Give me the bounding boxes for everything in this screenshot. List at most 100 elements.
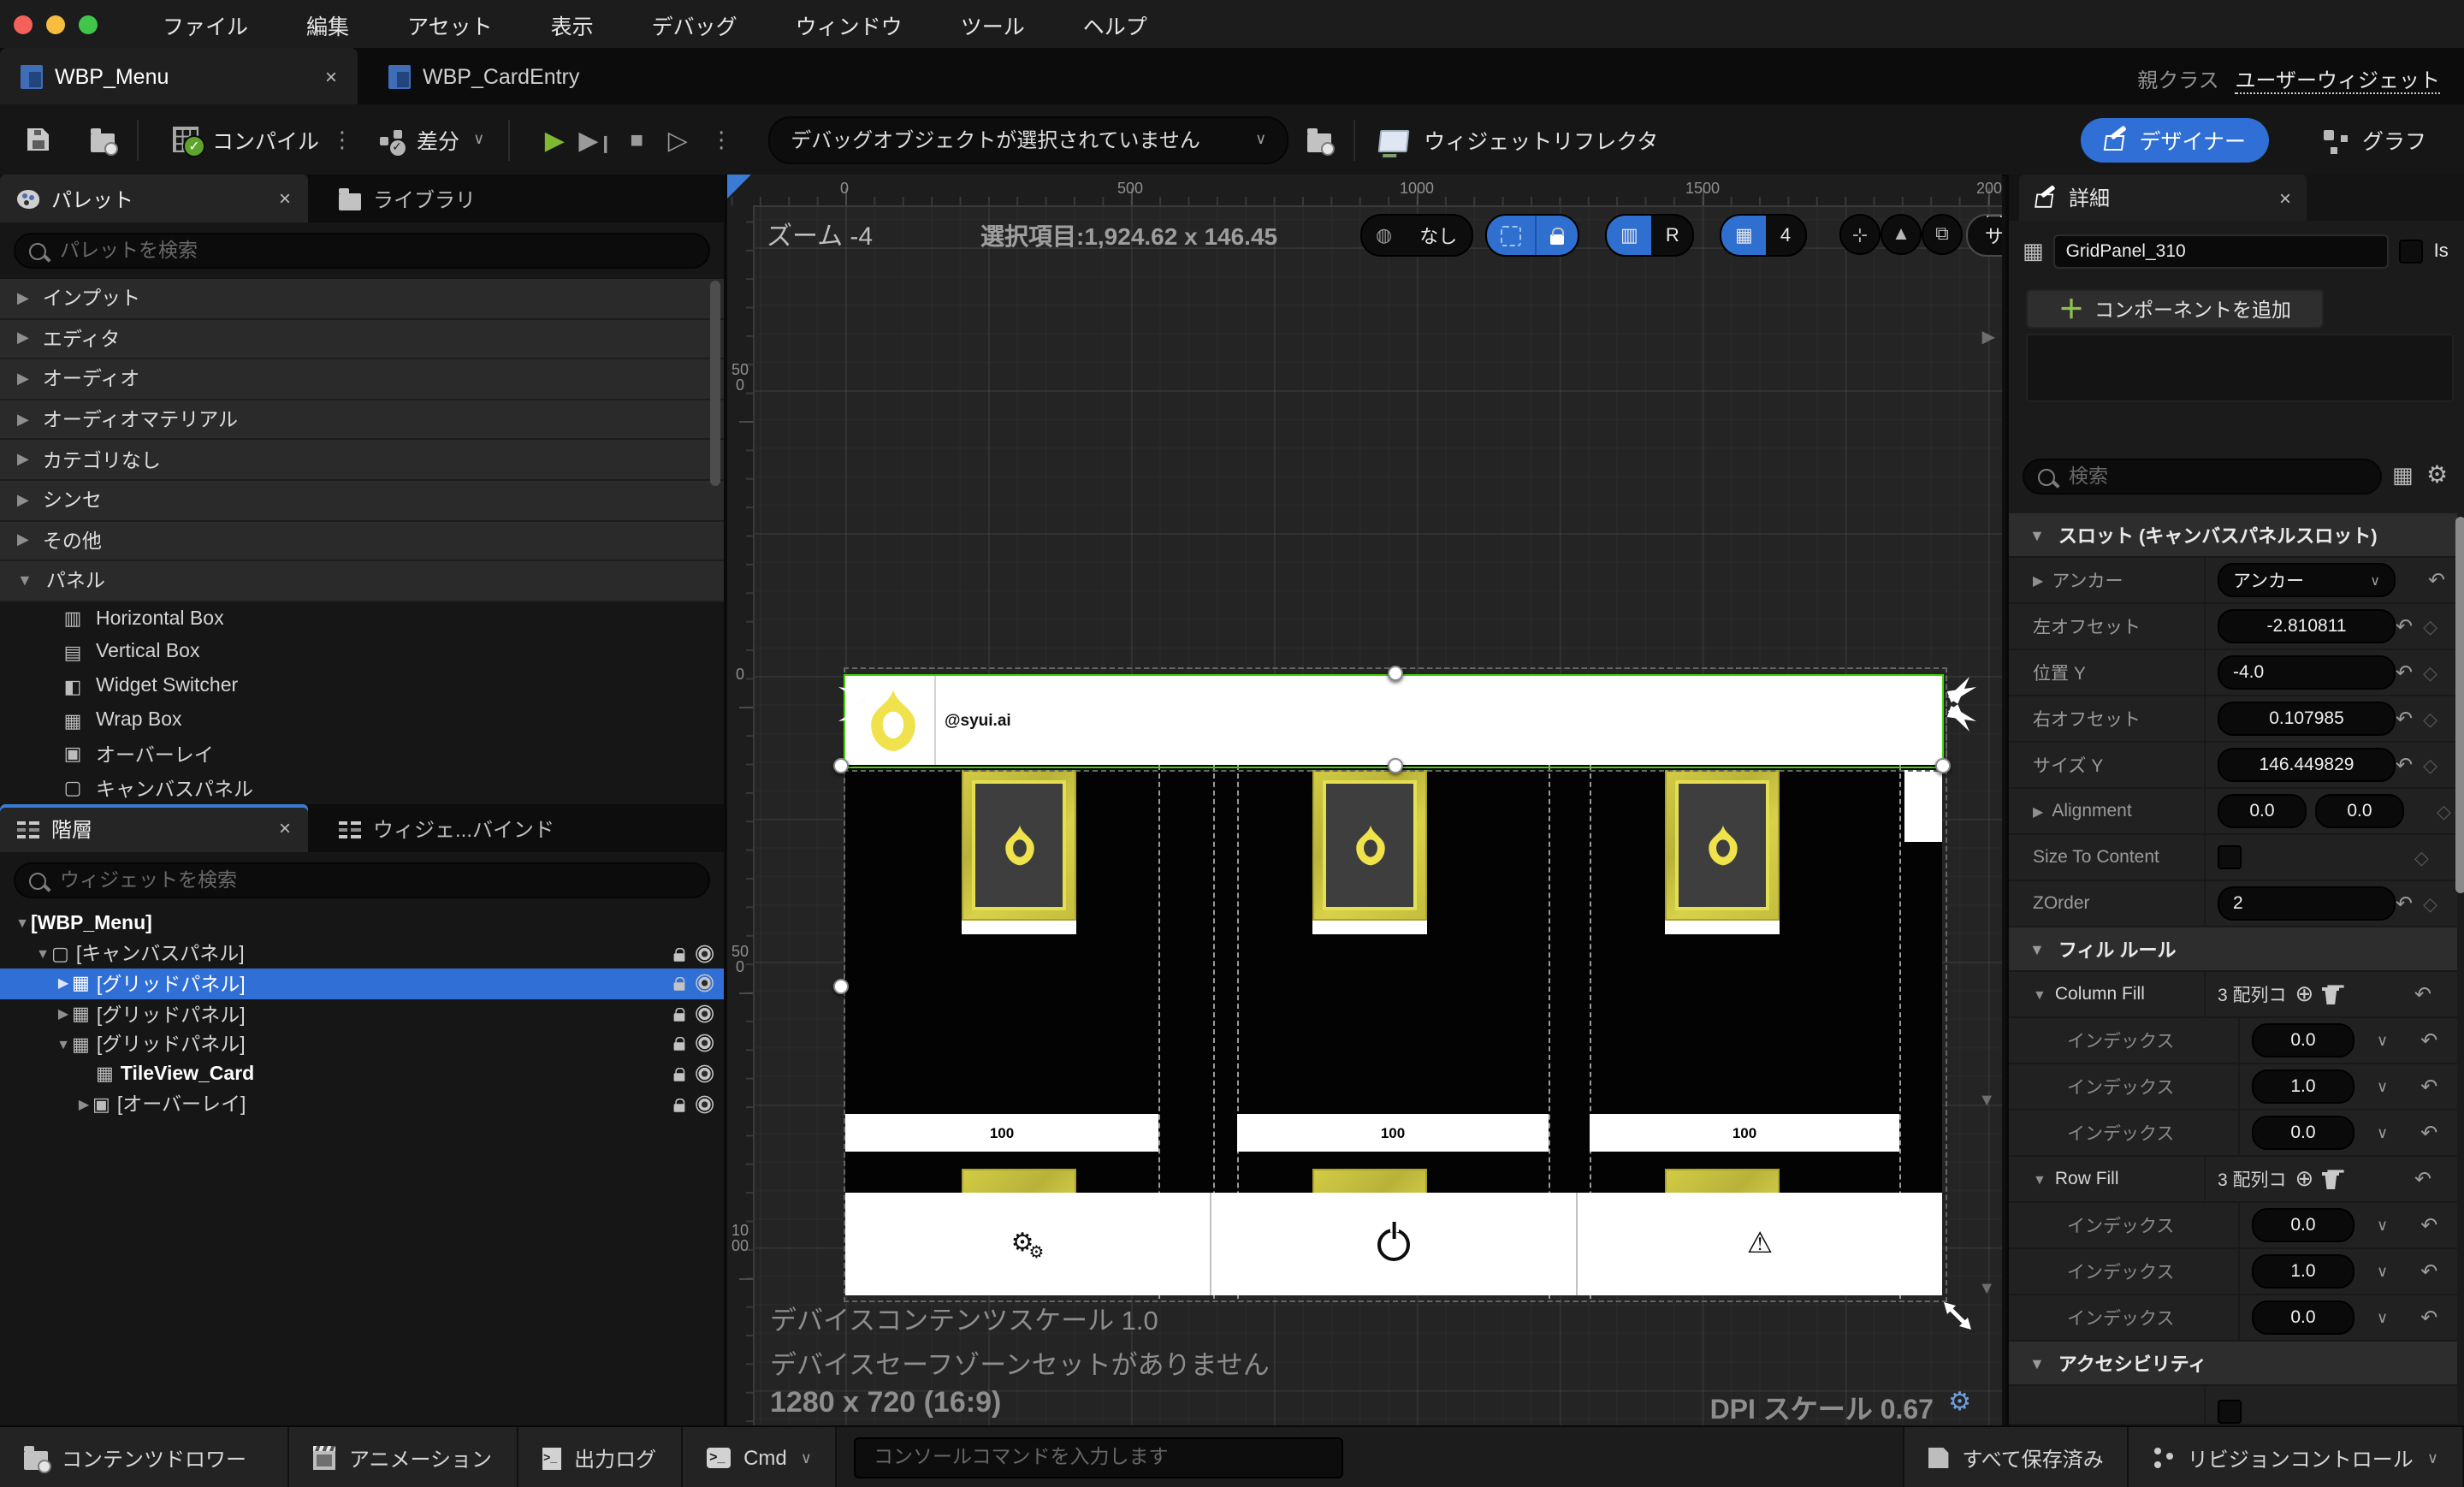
debug-browse-button[interactable] (1299, 119, 1340, 160)
visibility-icon[interactable] (696, 1064, 714, 1083)
output-log-button[interactable]: 出力ログ (518, 1427, 683, 1487)
visibility-icon[interactable] (696, 1034, 714, 1053)
index-value-input[interactable]: 0.0 (2252, 1116, 2354, 1150)
tree-node-grid-panel[interactable]: ▶ ▦ [グリッドパネル] (0, 999, 724, 1029)
palette-item-wrap-box[interactable]: ▦ Wrap Box (0, 703, 724, 738)
compile-button[interactable]: ✓ コンパイル (173, 123, 319, 157)
tab-wbp-cardentry[interactable]: WBP_CardEntry (368, 48, 600, 104)
index-value-input[interactable]: 1.0 (2252, 1254, 2354, 1289)
bind-diamond-icon[interactable]: ◇ (2423, 754, 2437, 776)
palette-category-input[interactable]: ▶ インプット (0, 279, 724, 320)
tree-node-tileview-card[interactable]: ▦ TileView_Card (0, 1059, 724, 1089)
offset-left-input[interactable]: -2.810811 (2218, 609, 2396, 643)
position-y-input[interactable]: -4.0 (2218, 655, 2396, 690)
palette-category-editor[interactable]: ▶ エディタ (0, 319, 724, 360)
play-options-icon[interactable]: ⋮ (710, 126, 732, 153)
palette-category-other[interactable]: ▶ その他 (0, 521, 724, 562)
palette-item-overlay[interactable]: ▣ オーバーレイ (0, 737, 724, 772)
alignment-x-input[interactable]: 0.0 (2218, 794, 2307, 828)
content-drawer-button[interactable]: コンテンツドロワー (0, 1427, 289, 1487)
index-value-input[interactable]: 1.0 (2252, 1069, 2354, 1104)
dpi-settings-gear-icon[interactable]: ⚙ (1948, 1386, 1971, 1417)
palette-item-widget-switcher[interactable]: ◧ Widget Switcher (0, 669, 724, 704)
tab-details[interactable]: 詳細 × (2019, 175, 2307, 221)
zorder-input[interactable]: 2 (2218, 886, 2396, 921)
revert-icon[interactable]: ↶ (2396, 892, 2413, 915)
palette-item-vertical-box[interactable]: ▤ Vertical Box (0, 636, 724, 670)
is-variable-checkbox[interactable] (2399, 239, 2424, 263)
index-value-input[interactable]: 0.0 (2252, 1023, 2354, 1057)
animation-button[interactable]: アニメーション (289, 1427, 518, 1487)
designer-viewport[interactable]: 0 500 1000 1500 200 500 0 500 1000 ズーム -… (727, 175, 2002, 1425)
palette-category-synth[interactable]: ▶ シンセ (0, 480, 724, 522)
close-icon[interactable]: × (279, 816, 291, 840)
chevron-down-icon[interactable]: ∨ (2377, 1031, 2388, 1050)
tab-wbp-menu[interactable]: WBP_Menu × (0, 48, 358, 104)
minimize-window-icon[interactable] (46, 15, 65, 33)
lock-icon[interactable] (673, 1036, 685, 1051)
resize-handle[interactable] (1388, 758, 1403, 773)
tree-node-canvas-panel[interactable]: ▼ ▢ [キャンバスパネル] (0, 939, 724, 969)
revert-icon[interactable]: ↶ (2414, 982, 2431, 1006)
layout-r-toggle[interactable]: ▥ R (1605, 214, 1695, 257)
play-button[interactable]: ▶ (534, 119, 575, 160)
scroll-down-icon[interactable]: ▼ (1978, 1092, 1995, 1111)
chevron-down-icon[interactable]: ∨ (2377, 1216, 2388, 1235)
console-command-field[interactable] (854, 1437, 1344, 1478)
index-value-input[interactable]: 0.0 (2252, 1300, 2354, 1335)
tree-node-grid-panel-selected[interactable]: ▶ ▦ [グリッドパネル] (0, 969, 724, 999)
designer-mode-button[interactable]: デザイナー (2081, 117, 2270, 162)
offset-right-input[interactable]: 0.107985 (2218, 702, 2396, 736)
revert-icon[interactable]: ↶ (2420, 1306, 2437, 1330)
tree-node-overlay[interactable]: ▶ ▣ [オーバーレイ] (0, 1089, 724, 1119)
screen-size-dropdown[interactable]: 画面サイズ ∨ (1966, 214, 2002, 257)
play-from-button[interactable]: ▷ (657, 119, 698, 160)
visibility-icon[interactable] (696, 1094, 714, 1113)
bind-diamond-icon[interactable]: ◇ (2414, 846, 2429, 868)
tab-hierarchy[interactable]: 階層 × (0, 804, 308, 852)
preview-mode-toggle[interactable]: ◍ なし (1360, 214, 1473, 257)
chevron-down-icon[interactable]: ∨ (2377, 1077, 2388, 1096)
settings-gear-icon[interactable]: ⚙ (2426, 460, 2448, 491)
bind-diamond-icon[interactable]: ◇ (2423, 708, 2437, 730)
resize-handle[interactable] (833, 758, 849, 773)
revert-icon[interactable]: ↶ (2420, 1028, 2437, 1052)
revert-icon[interactable]: ↶ (2396, 707, 2413, 731)
checkbox[interactable] (2218, 1400, 2242, 1424)
anchor-dropdown[interactable]: アンカー ∨ (2218, 563, 2396, 597)
revert-icon[interactable]: ↶ (2396, 661, 2413, 684)
visibility-icon[interactable] (696, 944, 714, 963)
revert-icon[interactable]: ↶ (2420, 1213, 2437, 1237)
console-command-input[interactable] (869, 1446, 1329, 1470)
palette-category-uncategorized[interactable]: ▶ カテゴリなし (0, 440, 724, 481)
tab-palette[interactable]: パレット × (0, 175, 308, 222)
revert-icon[interactable]: ↶ (2420, 1259, 2437, 1283)
revert-icon[interactable]: ↶ (2396, 753, 2413, 777)
size-to-content-checkbox[interactable] (2218, 845, 2242, 869)
save-button[interactable] (17, 119, 58, 160)
lock-icon[interactable] (673, 1097, 685, 1111)
lock-icon[interactable] (673, 1066, 685, 1081)
hierarchy-search[interactable] (14, 862, 710, 898)
section-slot[interactable]: ▼ スロット (キャンバスパネルスロット) (2009, 513, 2457, 558)
revert-icon[interactable]: ↶ (2428, 568, 2445, 592)
menu-tools[interactable]: ツール (961, 8, 1025, 40)
trash-icon[interactable] (2322, 1172, 2340, 1189)
cmd-dropdown[interactable]: Cmd ∨ (682, 1427, 838, 1487)
alignment-y-input[interactable]: 0.0 (2315, 794, 2404, 828)
palette-category-audio[interactable]: ▶ オーディオ (0, 359, 724, 400)
lock-icon[interactable] (673, 976, 685, 991)
palette-scrollbar[interactable] (710, 281, 720, 486)
menu-asset[interactable]: アセット (407, 8, 493, 40)
menu-file[interactable]: ファイル (163, 8, 248, 40)
details-scrollbar[interactable] (2455, 517, 2464, 893)
menu-window[interactable]: ウィンドウ (796, 8, 903, 40)
tree-node-grid-panel[interactable]: ▼ ▦ [グリッドパネル] (0, 1029, 724, 1059)
palette-search[interactable] (14, 233, 710, 269)
palette-category-audio-material[interactable]: ▶ オーディオマテリアル (0, 400, 724, 441)
compile-options-icon[interactable]: ⋮ (331, 126, 353, 153)
zoom-window-icon[interactable] (79, 15, 98, 33)
flip-tool-button[interactable]: ⧉ (1922, 214, 1963, 255)
cursor-tool-button[interactable]: ⊹ (1839, 214, 1881, 255)
size-y-input[interactable]: 146.449829 (2218, 748, 2396, 782)
